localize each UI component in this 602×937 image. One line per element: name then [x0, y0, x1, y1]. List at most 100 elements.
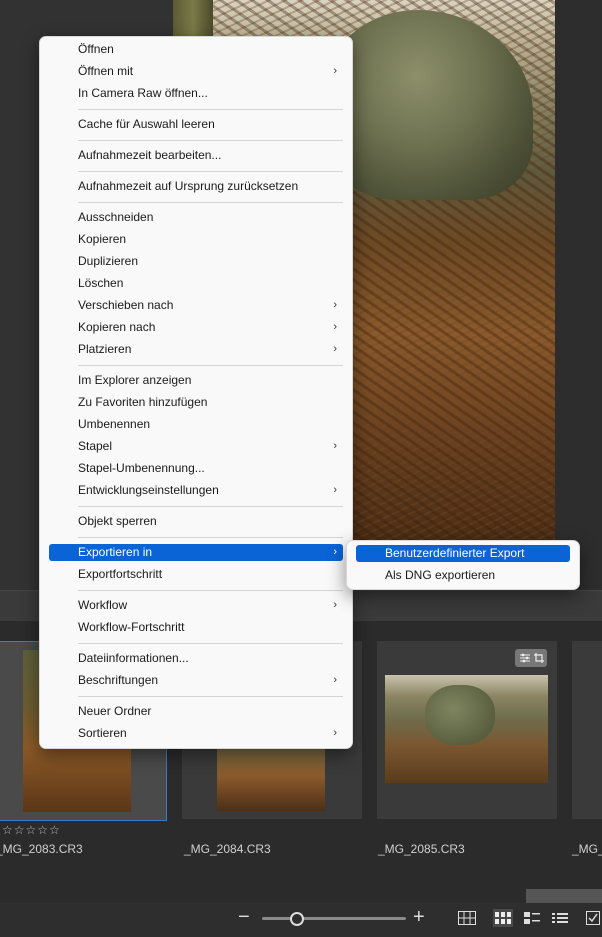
menu-item-label: Verschieben nach: [78, 298, 174, 312]
menu-item-neuer-ordner[interactable]: Neuer Ordner: [49, 703, 343, 720]
menu-separator: [78, 537, 343, 538]
mossy-rock: [425, 685, 495, 745]
context-menu[interactable]: Öffnen Öffnen mit › In Camera Raw öffnen.…: [39, 36, 353, 749]
menu-item-label: Duplizieren: [78, 254, 139, 268]
menu-separator: [78, 365, 343, 366]
menu-item-label: Aufnahmezeit bearbeiten...: [78, 148, 222, 162]
list-view-icon[interactable]: [550, 909, 570, 927]
menu-item-loeschen[interactable]: Löschen: [49, 275, 343, 292]
menu-item-label: Workflow: [78, 598, 128, 612]
minus-icon[interactable]: −: [238, 907, 250, 927]
menu-item-benutzerdefinierter-export[interactable]: Benutzerdefinierter Export: [356, 545, 570, 562]
menu-item-sortieren[interactable]: Sortieren ›: [49, 725, 343, 742]
menu-item-label: In Camera Raw öffnen...: [78, 86, 208, 100]
plus-icon[interactable]: +: [413, 907, 425, 927]
menu-item-label: Sortieren: [78, 726, 127, 740]
menu-item-als-dng-exportieren[interactable]: Als DNG exportieren: [356, 567, 570, 584]
menu-separator: [78, 696, 343, 697]
thumbnail-filename: _MG_2085.CR3: [378, 842, 465, 856]
menu-item-entwicklungseinstellungen[interactable]: Entwicklungseinstellungen ›: [49, 482, 343, 499]
mossy-rock: [323, 10, 533, 200]
thumbnail-cell[interactable]: [377, 641, 557, 819]
menu-item-kopieren[interactable]: Kopieren: [49, 231, 343, 248]
menu-item-stapel-umbenennung[interactable]: Stapel-Umbenennung...: [49, 460, 343, 477]
chevron-right-icon: ›: [333, 321, 337, 333]
menu-item-label: Kopieren nach: [78, 320, 156, 334]
menu-separator: [78, 140, 343, 141]
menu-item-label: Löschen: [78, 276, 124, 290]
menu-item-aufnahmezeit-zuruecksetzen[interactable]: Aufnahmezeit auf Ursprung zurücksetzen: [49, 178, 343, 195]
thumbnail-filename: _MG_2083.CR3: [0, 842, 83, 856]
menu-item-label: Öffnen: [78, 42, 114, 56]
chevron-right-icon: ›: [333, 299, 337, 311]
menu-item-label: Im Explorer anzeigen: [78, 373, 192, 387]
menu-item-label: Aufnahmezeit auf Ursprung zurücksetzen: [78, 179, 299, 193]
menu-item-label: Beschriftungen: [78, 673, 159, 687]
menu-item-workflow-fortschritt[interactable]: Workflow-Fortschritt: [49, 619, 343, 636]
thumbnail-cell[interactable]: [572, 641, 602, 819]
menu-item-oeffnen[interactable]: Öffnen: [49, 41, 343, 58]
menu-item-platzieren[interactable]: Platzieren ›: [49, 341, 343, 358]
details-view-icon[interactable]: [522, 909, 542, 927]
menu-item-label: Kopieren: [78, 232, 127, 246]
menu-item-objekt-sperren[interactable]: Objekt sperren: [49, 513, 343, 530]
menu-item-label: Umbenennen: [78, 417, 151, 431]
menu-separator: [78, 643, 343, 644]
menu-item-favoriten[interactable]: Zu Favoriten hinzufügen: [49, 394, 343, 411]
scrollbar-thumb[interactable]: [526, 889, 602, 903]
chevron-right-icon: ›: [333, 440, 337, 452]
star-rating[interactable]: ☆☆☆☆☆: [2, 823, 61, 837]
horizontal-scrollbar[interactable]: [0, 889, 602, 903]
menu-item-label: Öffnen mit: [78, 64, 134, 78]
thumbnail-size-slider[interactable]: [262, 917, 406, 920]
menu-item-umbenennen[interactable]: Umbenennen: [49, 416, 343, 433]
thumbnails-view-icon[interactable]: [493, 909, 513, 927]
grid-view-icon[interactable]: [457, 909, 477, 927]
menu-separator: [78, 590, 343, 591]
thumbnail-image[interactable]: [217, 741, 325, 811]
chevron-right-icon: ›: [333, 674, 337, 686]
menu-item-label: Cache für Auswahl leeren: [78, 117, 215, 131]
menu-item-label: Neuer Ordner: [78, 704, 152, 718]
menu-item-cache-leeren[interactable]: Cache für Auswahl leeren: [49, 116, 343, 133]
menu-item-exportieren-in[interactable]: Exportieren in ›: [49, 544, 343, 561]
chevron-right-icon: ›: [333, 65, 337, 77]
menu-item-stapel[interactable]: Stapel ›: [49, 438, 343, 455]
checkbox-icon[interactable]: [584, 909, 602, 927]
menu-item-label: Stapel-Umbenennung...: [78, 461, 205, 475]
chevron-right-icon: ›: [333, 546, 337, 558]
menu-item-duplizieren[interactable]: Duplizieren: [49, 253, 343, 270]
menu-item-label: Platzieren: [78, 342, 132, 356]
menu-item-dateiinformationen[interactable]: Dateiinformationen...: [49, 650, 343, 667]
menu-item-workflow[interactable]: Workflow ›: [49, 597, 343, 614]
menu-separator: [78, 506, 343, 507]
menu-item-explorer-anzeigen[interactable]: Im Explorer anzeigen: [49, 372, 343, 389]
menu-item-label: Workflow-Fortschritt: [78, 620, 185, 634]
menu-item-exportfortschritt[interactable]: Exportfortschritt: [49, 566, 343, 583]
menu-item-beschriftungen[interactable]: Beschriftungen ›: [49, 672, 343, 689]
menu-separator: [78, 171, 343, 172]
export-submenu[interactable]: Benutzerdefinierter Export Als DNG expor…: [346, 540, 580, 590]
bottom-toolbar: − +: [0, 903, 602, 937]
slider-knob[interactable]: [290, 912, 304, 926]
menu-item-oeffnen-mit[interactable]: Öffnen mit ›: [49, 63, 343, 80]
thumbnail-image[interactable]: [385, 675, 548, 783]
menu-item-label: Benutzerdefinierter Export: [385, 546, 525, 560]
menu-item-verschieben-nach[interactable]: Verschieben nach ›: [49, 297, 343, 314]
adjustments-crop-badge-icon: [515, 649, 547, 667]
menu-item-aufnahmezeit-bearbeiten[interactable]: Aufnahmezeit bearbeiten...: [49, 147, 343, 164]
menu-item-ausschneiden[interactable]: Ausschneiden: [49, 209, 343, 226]
menu-separator: [78, 109, 343, 110]
menu-item-label: Objekt sperren: [78, 514, 157, 528]
chevron-right-icon: ›: [333, 343, 337, 355]
menu-item-kopieren-nach[interactable]: Kopieren nach ›: [49, 319, 343, 336]
menu-item-label: Ausschneiden: [78, 210, 154, 224]
menu-item-label: Entwicklungseinstellungen: [78, 483, 219, 497]
menu-item-camera-raw[interactable]: In Camera Raw öffnen...: [49, 85, 343, 102]
menu-item-label: Zu Favoriten hinzufügen: [78, 395, 208, 409]
menu-item-label: Exportfortschritt: [78, 567, 163, 581]
menu-item-label: Dateiinformationen...: [78, 651, 189, 665]
chevron-right-icon: ›: [333, 727, 337, 739]
menu-item-label: Stapel: [78, 439, 113, 453]
menu-separator: [78, 202, 343, 203]
